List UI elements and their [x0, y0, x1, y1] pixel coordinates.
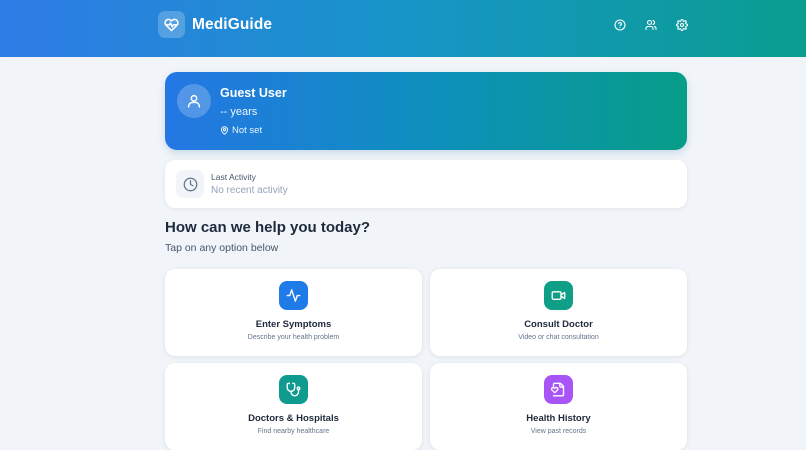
avatar [177, 84, 211, 118]
file-heart-icon [544, 375, 573, 404]
profile-card[interactable]: Guest User -- years Not set [165, 72, 687, 150]
profile-name: Guest User [220, 86, 287, 100]
activity-icon [279, 281, 308, 310]
users-icon[interactable] [643, 17, 658, 32]
profile-location: Not set [220, 125, 262, 136]
enter-symptoms-card[interactable]: Enter Symptoms Describe your health prob… [165, 269, 422, 356]
section-subtitle: Tap on any option below [165, 242, 279, 254]
activity-title: Last Activity [211, 172, 256, 182]
doctors-hospitals-card[interactable]: Doctors & Hospitals Find nearby healthca… [165, 363, 422, 450]
clock-icon [176, 170, 204, 198]
brand[interactable]: MediGuide [158, 11, 272, 38]
stethoscope-icon [279, 375, 308, 404]
card-subtitle: View past records [530, 428, 587, 435]
activity-value: No recent activity [211, 185, 288, 196]
video-icon [544, 281, 573, 310]
card-title: Consult Doctor [524, 319, 593, 330]
heart-pulse-icon [158, 11, 185, 38]
settings-icon[interactable] [674, 17, 689, 32]
app-header: MediGuide [0, 0, 806, 57]
card-title: Doctors & Hospitals [248, 413, 339, 424]
health-history-card[interactable]: Health History View past records [430, 363, 687, 450]
consult-doctor-card[interactable]: Consult Doctor Video or chat consultatio… [430, 269, 687, 356]
help-circle-icon[interactable] [612, 17, 627, 32]
header-actions [612, 17, 689, 32]
profile-age: -- years [220, 106, 258, 118]
brand-name: MediGuide [192, 15, 273, 33]
card-subtitle: Video or chat consultation [518, 334, 599, 341]
map-pin-icon [221, 126, 228, 135]
card-title: Health History [526, 413, 591, 424]
section-title: How can we help you today? [165, 219, 371, 236]
card-subtitle: Describe your health problem [247, 334, 340, 341]
card-subtitle: Find nearby healthcare [257, 428, 330, 435]
profile-location-text: Not set [232, 125, 263, 136]
last-activity-card[interactable]: Last Activity No recent activity [165, 160, 687, 208]
card-title: Enter Symptoms [255, 319, 332, 330]
user-icon [187, 94, 201, 108]
